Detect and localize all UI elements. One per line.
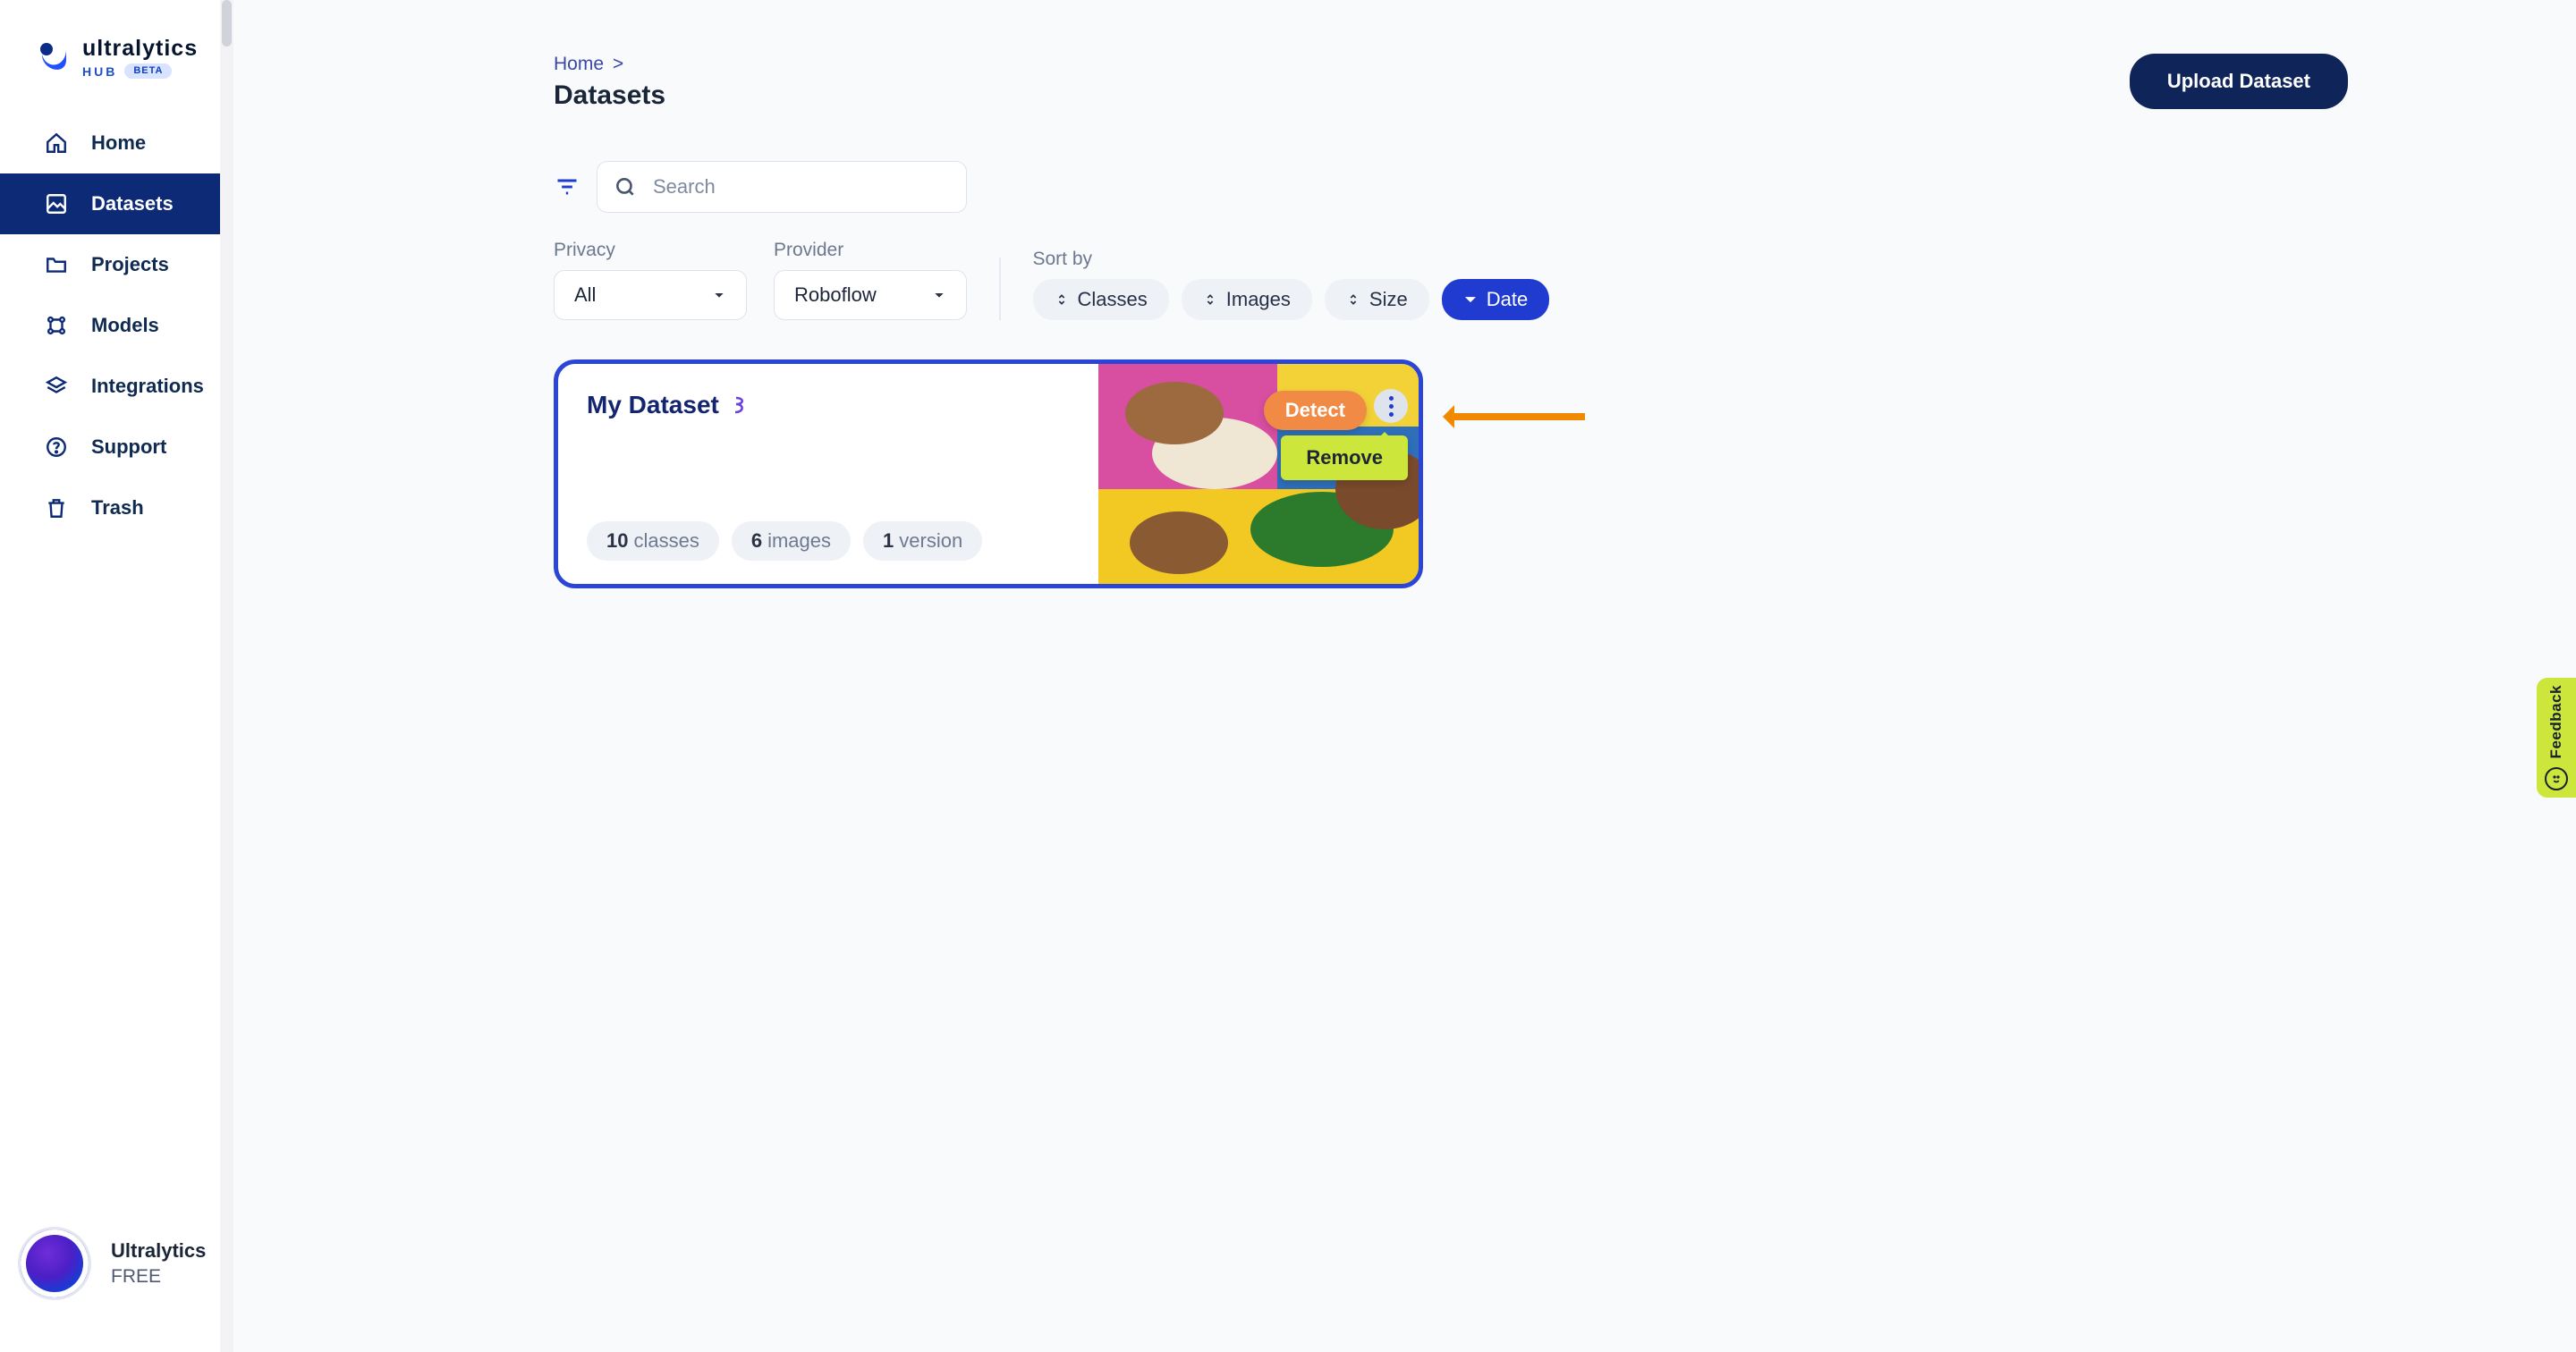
page-header: Home > Datasets Upload Dataset xyxy=(554,54,2348,111)
sidebar-nav: Home Datasets Projects Models xyxy=(0,113,233,538)
sidebar: ultralytics HUB BETA Home Datasets Proje… xyxy=(0,0,233,1352)
sidebar-scrollbar-track xyxy=(220,0,233,1352)
filter-icon xyxy=(555,174,580,199)
folder-icon xyxy=(43,251,70,278)
brand-name: ultralytics xyxy=(82,38,198,60)
dataset-thumbnail: Detect Remove xyxy=(1098,364,1419,584)
sidebar-item-trash[interactable]: Trash xyxy=(0,477,233,538)
sort-chip-label: Size xyxy=(1369,288,1408,311)
user-plan: FREE xyxy=(111,1266,206,1288)
filter-toggle-button[interactable] xyxy=(554,173,580,200)
remove-menu-item[interactable]: Remove xyxy=(1281,435,1408,480)
sidebar-item-datasets[interactable]: Datasets xyxy=(0,173,233,234)
sidebar-item-label: Home xyxy=(91,131,146,155)
sidebar-item-label: Models xyxy=(91,314,159,337)
roboflow-icon xyxy=(730,394,751,416)
privacy-label: Privacy xyxy=(554,240,747,261)
sort-icon xyxy=(1203,292,1217,307)
sidebar-item-label: Datasets xyxy=(91,192,174,215)
page-title: Datasets xyxy=(554,80,665,111)
provider-value: Roboflow xyxy=(794,283,877,307)
help-icon xyxy=(43,434,70,461)
user-name: Ultralytics xyxy=(111,1239,206,1263)
sort-chip-size[interactable]: Size xyxy=(1325,279,1429,320)
chevron-down-icon xyxy=(932,288,946,302)
brand-text: ultralytics HUB BETA xyxy=(82,38,198,79)
sidebar-item-integrations[interactable]: Integrations xyxy=(0,356,233,417)
detect-badge: Detect xyxy=(1264,391,1367,430)
more-vertical-icon xyxy=(1389,394,1394,418)
user-text: Ultralytics FREE xyxy=(111,1239,206,1288)
breadcrumb: Home > xyxy=(554,54,665,75)
sidebar-item-label: Projects xyxy=(91,253,169,276)
sidebar-item-projects[interactable]: Projects xyxy=(0,234,233,295)
sort-chip-classes[interactable]: Classes xyxy=(1033,279,1169,320)
sidebar-scrollbar-thumb[interactable] xyxy=(222,0,232,46)
filter-row: Privacy All Provider Roboflow Sort by xyxy=(554,240,2348,320)
dataset-card-body: My Dataset 10classes 6images 1version xyxy=(558,364,1098,584)
stat-value: 1 xyxy=(883,529,894,552)
stat-versions: 1version xyxy=(863,521,982,561)
feedback-smile-icon xyxy=(2545,767,2568,790)
brand-beta-badge: BETA xyxy=(124,63,172,79)
privacy-select[interactable]: All xyxy=(554,270,747,320)
stat-label: classes xyxy=(633,529,699,552)
sort-label: Sort by xyxy=(1033,249,1550,270)
trash-icon xyxy=(43,494,70,521)
sort-down-icon xyxy=(1463,292,1478,307)
sort-chip-label: Date xyxy=(1487,288,1528,311)
privacy-filter: Privacy All xyxy=(554,240,747,320)
brand-hub: HUB xyxy=(82,65,117,78)
card-more-button[interactable] xyxy=(1374,389,1408,423)
feedback-tab[interactable]: Feedback xyxy=(2537,678,2576,798)
upload-dataset-button[interactable]: Upload Dataset xyxy=(2130,54,2348,109)
stat-images: 6images xyxy=(732,521,851,561)
sort-chip-date[interactable]: Date xyxy=(1442,279,1549,320)
sort-icon xyxy=(1346,292,1360,307)
layers-icon xyxy=(43,373,70,400)
search-icon xyxy=(614,175,637,199)
stat-label: version xyxy=(899,529,962,552)
provider-select[interactable]: Roboflow xyxy=(774,270,967,320)
search-box[interactable] xyxy=(597,161,967,213)
sidebar-item-models[interactable]: Models xyxy=(0,295,233,356)
divider xyxy=(999,258,1001,320)
sidebar-item-label: Integrations xyxy=(91,375,204,398)
search-input[interactable] xyxy=(651,174,950,199)
image-icon xyxy=(43,190,70,217)
grid-icon xyxy=(43,312,70,339)
sort-chip-label: Classes xyxy=(1078,288,1148,311)
dataset-stats: 10classes 6images 1version xyxy=(587,521,1080,561)
sidebar-item-label: Support xyxy=(91,435,166,459)
sort-chip-images[interactable]: Images xyxy=(1182,279,1312,320)
breadcrumb-home[interactable]: Home xyxy=(554,54,604,74)
brand-mark-icon xyxy=(39,40,70,76)
dataset-card[interactable]: My Dataset 10classes 6images 1version xyxy=(554,359,1423,588)
sidebar-item-label: Trash xyxy=(91,496,144,520)
sidebar-item-support[interactable]: Support xyxy=(0,417,233,477)
avatar xyxy=(18,1227,91,1300)
stat-value: 6 xyxy=(751,529,762,552)
main-area: Home > Datasets Upload Dataset xyxy=(233,0,2576,1352)
sidebar-item-home[interactable]: Home xyxy=(0,113,233,173)
privacy-value: All xyxy=(574,283,596,307)
sort-chip-label: Images xyxy=(1226,288,1291,311)
user-block[interactable]: Ultralytics FREE xyxy=(0,1227,233,1352)
provider-filter: Provider Roboflow xyxy=(774,240,967,320)
dataset-title-text: My Dataset xyxy=(587,391,719,419)
chevron-down-icon xyxy=(712,288,726,302)
stat-value: 10 xyxy=(606,529,628,552)
dataset-title: My Dataset xyxy=(587,391,1080,419)
provider-label: Provider xyxy=(774,240,967,261)
sort-icon xyxy=(1055,292,1069,307)
home-icon xyxy=(43,130,70,156)
breadcrumb-separator: > xyxy=(613,54,623,74)
feedback-label: Feedback xyxy=(2547,685,2565,758)
toolbar xyxy=(554,161,2348,213)
stat-label: images xyxy=(767,529,831,552)
brand-logo[interactable]: ultralytics HUB BETA xyxy=(0,0,233,113)
sort-group: Sort by Classes Images Size xyxy=(1033,249,1550,320)
stat-classes: 10classes xyxy=(587,521,719,561)
